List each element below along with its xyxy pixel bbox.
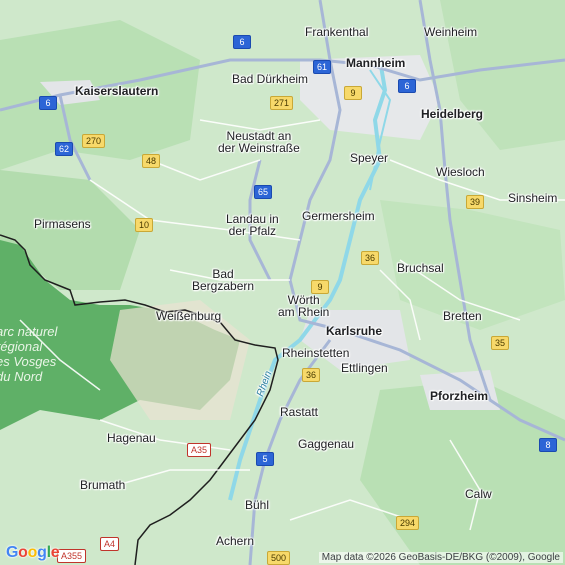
road-shield-b271: 271 xyxy=(270,96,294,110)
city-label-weinheim[interactable]: Weinheim xyxy=(424,26,477,38)
road-shield-a35: A35 xyxy=(187,443,212,457)
city-label-hagenau[interactable]: Hagenau xyxy=(107,432,156,444)
road-shield-a61: 61 xyxy=(313,60,332,74)
road-shield-b270: 270 xyxy=(82,134,106,148)
map-canvas[interactable]: Frankenthal Weinheim Mannheim Bad Dürkheim K… xyxy=(0,0,565,565)
road-shield-b35: 35 xyxy=(491,336,510,350)
road-shield-b294: 294 xyxy=(396,516,420,530)
city-label-buhl[interactable]: Bühl xyxy=(245,499,269,511)
road-shield-a9-north: 9 xyxy=(344,86,362,100)
road-shield-b48: 48 xyxy=(142,154,161,168)
city-label-rheinstetten[interactable]: Rheinstetten xyxy=(282,347,349,359)
road-shield-a8: 8 xyxy=(539,438,557,452)
city-label-calw[interactable]: Calw xyxy=(465,488,492,500)
city-label-rastatt[interactable]: Rastatt xyxy=(280,406,318,418)
city-label-bad-bergzabern[interactable]: Bad Bergzabern xyxy=(192,268,254,292)
city-label-kaiserslautern[interactable]: Kaiserslautern xyxy=(75,85,158,97)
city-label-karlsruhe[interactable]: Karlsruhe xyxy=(326,325,382,337)
city-label-neustadt[interactable]: Neustadt an der Weinstraße xyxy=(218,130,300,154)
road-shield-b10: 10 xyxy=(135,218,154,232)
city-label-bruchsal[interactable]: Bruchsal xyxy=(397,262,444,274)
road-shield-a5: 5 xyxy=(256,452,274,466)
city-label-achern[interactable]: Achern xyxy=(216,535,254,547)
road-shield-b36-south: 36 xyxy=(302,368,321,382)
road-shield-b500: 500 xyxy=(267,551,291,565)
road-shield-a4: A4 xyxy=(100,537,120,551)
road-shield-a6-north: 6 xyxy=(233,35,251,49)
road-shield-b9: 9 xyxy=(311,280,329,294)
road-shield-a6-east: 6 xyxy=(398,79,416,93)
city-label-pforzheim[interactable]: Pforzheim xyxy=(430,390,488,402)
city-label-pirmasens[interactable]: Pirmasens xyxy=(34,218,91,230)
road-shield-a6-west: 6 xyxy=(39,96,57,110)
city-label-worth[interactable]: Wörth am Rhein xyxy=(278,294,329,318)
city-label-wiesloch[interactable]: Wiesloch xyxy=(436,166,485,178)
road-shield-b39: 39 xyxy=(466,195,485,209)
city-label-landau[interactable]: Landau in der Pfalz xyxy=(226,213,279,237)
city-label-brumath[interactable]: Brumath xyxy=(80,479,125,491)
road-shield-a62: 62 xyxy=(55,142,74,156)
city-label-bretten[interactable]: Bretten xyxy=(443,310,482,322)
city-label-germersheim[interactable]: Germersheim xyxy=(302,210,375,222)
city-label-ettlingen[interactable]: Ettlingen xyxy=(341,362,388,374)
city-label-sinsheim[interactable]: Sinsheim xyxy=(508,192,557,204)
road-shield-a65: 65 xyxy=(254,185,273,199)
city-label-heidelberg[interactable]: Heidelberg xyxy=(421,108,483,120)
map-attribution[interactable]: Map data ©2026 GeoBasis-DE/BKG (©2009), … xyxy=(318,552,563,563)
city-label-mannheim[interactable]: Mannheim xyxy=(346,57,405,69)
road-shield-b36-north: 36 xyxy=(361,251,380,265)
city-label-speyer[interactable]: Speyer xyxy=(350,152,388,164)
city-label-frankenthal[interactable]: Frankenthal xyxy=(305,26,368,38)
road-shield-a355: A355 xyxy=(57,549,87,563)
city-label-weissenburg[interactable]: Weißenburg xyxy=(156,310,221,322)
city-label-gaggenau[interactable]: Gaggenau xyxy=(298,438,354,450)
google-logo: Google xyxy=(6,544,60,561)
park-label: arc naturel régional es Vosges du Nord xyxy=(0,324,58,384)
city-label-bad-durkheim[interactable]: Bad Dürkheim xyxy=(232,73,308,85)
